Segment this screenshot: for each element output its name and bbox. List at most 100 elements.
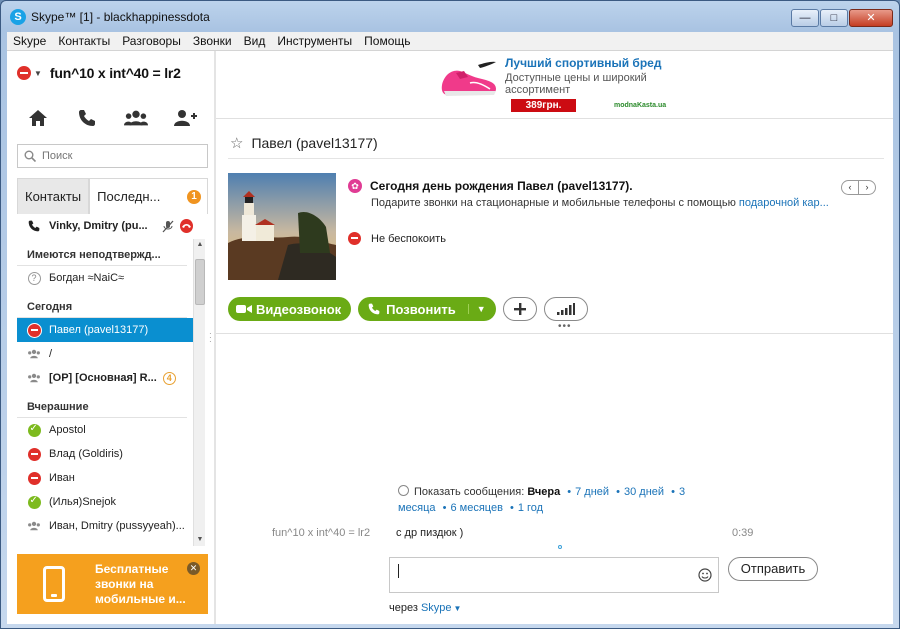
- scroll-thumb[interactable]: [195, 259, 205, 305]
- list-item[interactable]: [OP] [Основная] R... 4: [17, 366, 193, 390]
- contact-name: [OP] [Основная] R...: [49, 372, 157, 384]
- online-status-icon: [27, 423, 41, 437]
- send-button[interactable]: Отправить: [728, 557, 818, 581]
- list-item[interactable]: (Илья)Snejok: [17, 490, 193, 514]
- ad-banner[interactable]: Лучший спортивный бред Доступные цены и …: [216, 51, 893, 119]
- list-item[interactable]: /: [17, 342, 193, 366]
- scroll-down-icon[interactable]: ▼: [194, 534, 206, 546]
- video-call-button[interactable]: Видеозвонок: [228, 297, 352, 321]
- list-item[interactable]: Иван: [17, 466, 193, 490]
- menu-view[interactable]: Вид: [238, 32, 272, 50]
- message-author: fun^10 x int^40 = lr2: [272, 527, 371, 539]
- favorite-star-icon[interactable]: ☆: [230, 134, 243, 152]
- birthday-text: Подарите звонки на стационарные и мобиль…: [371, 197, 829, 209]
- message-input[interactable]: [396, 562, 690, 588]
- history-1-year[interactable]: 1 год: [518, 502, 543, 514]
- group-icon[interactable]: [123, 107, 148, 129]
- clock-icon: [398, 485, 409, 496]
- gift-card-link[interactable]: подарочной кар...: [739, 197, 829, 209]
- scroll-up-icon[interactable]: ▲: [194, 239, 206, 251]
- chevron-down-icon[interactable]: ▼: [467, 304, 486, 314]
- history-7-days[interactable]: 7 дней: [575, 486, 609, 498]
- ad-title[interactable]: Лучший спортивный бред: [505, 56, 661, 70]
- splitter-grip-icon[interactable]: · · ·: [209, 330, 215, 346]
- via-skype-link[interactable]: Skype: [421, 602, 452, 614]
- tab-recent-label: Последн...: [97, 189, 161, 204]
- chevron-right-icon[interactable]: ›: [859, 181, 875, 194]
- chevron-left-icon[interactable]: ‹: [842, 181, 859, 194]
- menu-contacts[interactable]: Контакты: [52, 32, 116, 50]
- menu-calls[interactable]: Звонки: [187, 32, 238, 50]
- signal-bars-icon: [556, 303, 575, 315]
- dnd-status-icon: [27, 447, 41, 461]
- group-header-yesterday[interactable]: Вчерашние: [17, 390, 187, 418]
- chat-message[interactable]: fun^10 x int^40 = lr2 с др пиздюк ) 0:39: [216, 527, 893, 543]
- gift-icon: ✿: [348, 179, 362, 193]
- separator-dot: •: [442, 502, 447, 514]
- contact-list-scrollbar[interactable]: ▲ ▼: [193, 239, 205, 546]
- contact-name: Иван: [49, 472, 75, 484]
- add-participant-button[interactable]: [502, 297, 537, 321]
- chevron-down-icon[interactable]: ▼: [34, 69, 42, 78]
- list-item[interactable]: Apostol: [17, 418, 193, 442]
- send-via: через Skype ▼: [389, 602, 461, 614]
- message-composer[interactable]: [389, 557, 719, 593]
- separator-dot: •: [616, 486, 620, 498]
- call-button[interactable]: Позвонить ▼: [358, 297, 496, 321]
- menu-tools[interactable]: Инструменты: [271, 32, 358, 50]
- menu-help[interactable]: Помощь: [358, 32, 416, 50]
- minimize-button[interactable]: —: [791, 9, 819, 27]
- emoticon-icon[interactable]: [698, 568, 712, 582]
- profile-bar[interactable]: ▼ fun^10 x int^40 = lr2: [17, 63, 207, 83]
- more-options-icon[interactable]: •••: [558, 321, 572, 332]
- list-item[interactable]: Влад (Goldiris): [17, 442, 193, 466]
- menu-skype[interactable]: Skype: [7, 32, 52, 50]
- video-call-label: Видеозвонок: [256, 301, 342, 317]
- search-icon: [24, 150, 36, 162]
- dnd-status-icon[interactable]: [17, 66, 31, 80]
- search-input[interactable]: [42, 150, 192, 162]
- mic-muted-icon[interactable]: [162, 220, 174, 233]
- close-button[interactable]: ✕: [849, 9, 893, 27]
- free-calls-promo[interactable]: Бесплатные звонки на мобильные и... ✕: [17, 554, 208, 614]
- list-item[interactable]: ? Богдан ≈NaiC≈: [17, 266, 193, 290]
- online-status-icon: [27, 495, 41, 509]
- hang-up-icon[interactable]: [179, 219, 193, 233]
- call-toolbar: Видеозвонок Позвонить ▼: [228, 297, 595, 321]
- tab-contacts[interactable]: Контакты: [17, 178, 90, 214]
- call-quality-button[interactable]: [543, 297, 588, 321]
- close-icon[interactable]: ✕: [187, 562, 200, 575]
- home-icon[interactable]: [26, 107, 50, 129]
- list-item[interactable]: Павел (pavel13177): [17, 318, 193, 342]
- contact-name: Богдан ≈NaiC≈: [49, 272, 125, 284]
- plus-icon: [513, 303, 526, 315]
- title-bar[interactable]: S Skype™ [1] - blackhappinessdota — □ ✕: [1, 1, 899, 33]
- chevron-down-icon[interactable]: ▼: [454, 604, 462, 613]
- menu-conversations[interactable]: Разговоры: [116, 32, 187, 50]
- add-contact-icon[interactable]: [173, 107, 197, 129]
- skype-window: S Skype™ [1] - blackhappinessdota — □ ✕ …: [0, 0, 900, 629]
- phone-icon[interactable]: [75, 107, 99, 129]
- notice-pager: ‹ ›: [841, 180, 876, 195]
- pending-status-icon: ?: [27, 271, 41, 285]
- birthday-text-body: Подарите звонки на стационарные и мобиль…: [371, 197, 739, 209]
- message-time: 0:39: [732, 527, 754, 539]
- message-text: с др пиздюк ): [396, 527, 464, 539]
- search-box[interactable]: [17, 144, 208, 168]
- video-camera-icon: [236, 305, 252, 313]
- group-header-today[interactable]: Сегодня: [17, 290, 187, 318]
- typing-indicator-icon: [558, 545, 562, 549]
- profile-name[interactable]: fun^10 x int^40 = lr2: [50, 65, 181, 81]
- list-item[interactable]: Иван, Dmitry (pussyyeah)...: [17, 514, 193, 538]
- tab-recent[interactable]: Последн... 1: [89, 178, 208, 214]
- history-6-months[interactable]: 6 месяцев: [450, 502, 502, 514]
- maximize-button[interactable]: □: [820, 9, 848, 27]
- history-label: Показать сообщения:: [414, 486, 525, 498]
- mood-text: Не беспокоить: [371, 232, 446, 245]
- contact-avatar[interactable]: [228, 173, 336, 280]
- active-call-row[interactable]: Vinky, Dmitry (pu...: [17, 214, 193, 238]
- group-header-pending[interactable]: Имеются неподтвержд...: [17, 238, 187, 266]
- history-30-days[interactable]: 30 дней: [624, 486, 664, 498]
- separator-dot: •: [510, 502, 514, 514]
- contact-list: Vinky, Dmitry (pu... Имеются неподтвержд…: [17, 214, 193, 546]
